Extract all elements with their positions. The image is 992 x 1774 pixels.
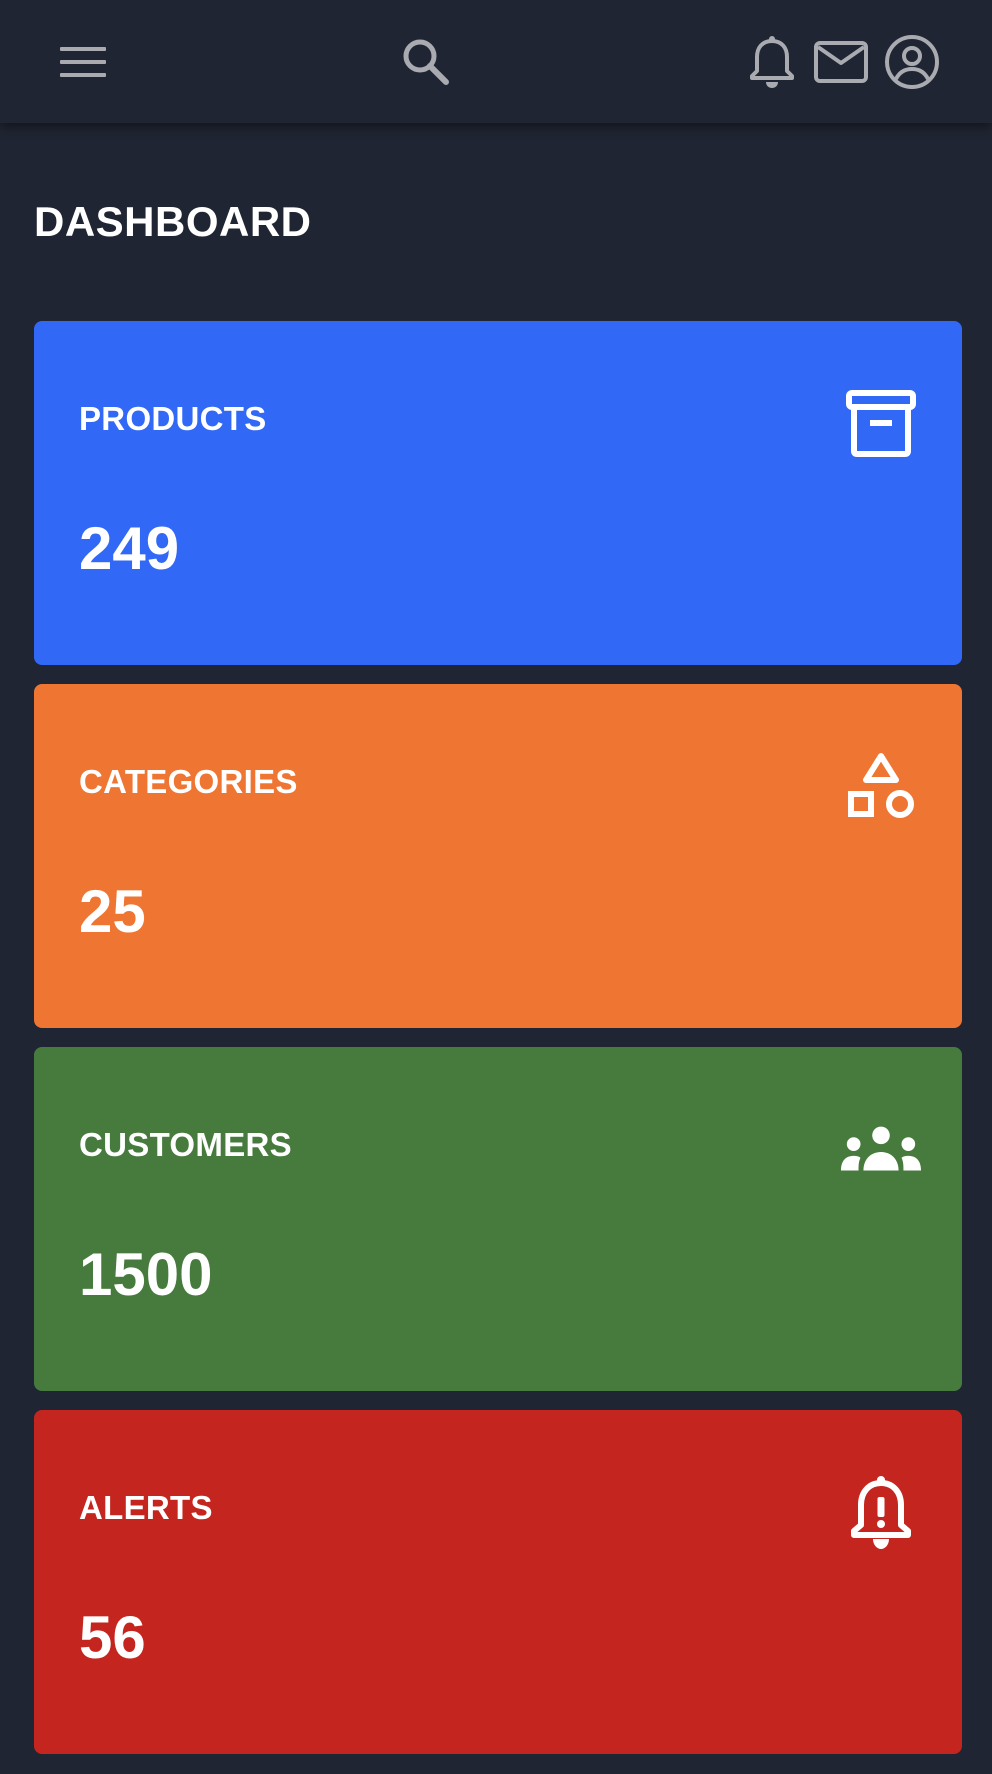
- categories-card[interactable]: CATEGORIES 25: [34, 684, 962, 1028]
- search-button[interactable]: [398, 34, 454, 90]
- top-app-bar: [0, 0, 992, 123]
- menu-icon: [60, 47, 106, 77]
- card-label: CUSTOMERS: [79, 1126, 292, 1163]
- menu-button[interactable]: [55, 34, 111, 90]
- people-icon: [840, 1109, 922, 1191]
- notification-important-icon: [840, 1472, 922, 1554]
- alerts-card[interactable]: ALERTS 56: [34, 1410, 962, 1754]
- card-label: ALERTS: [79, 1489, 213, 1526]
- page-title: DASHBOARD: [34, 198, 312, 245]
- bell-icon: [750, 36, 794, 88]
- notifications-button[interactable]: [744, 34, 800, 90]
- summary-cards: PRODUCTS 249 CATEGORIES 25 CUSTOMERS 150…: [34, 321, 962, 1773]
- shapes-icon: [840, 746, 922, 828]
- card-value: 249: [79, 515, 180, 582]
- account-circle-icon: [885, 35, 939, 89]
- card-label: PRODUCTS: [79, 400, 267, 437]
- card-label: CATEGORIES: [79, 763, 298, 800]
- archive-icon: [840, 383, 922, 465]
- card-value: 1500: [79, 1241, 213, 1308]
- search-icon: [403, 39, 449, 85]
- products-card[interactable]: PRODUCTS 249: [34, 321, 962, 665]
- account-button[interactable]: [884, 34, 940, 90]
- messages-button[interactable]: [813, 34, 869, 90]
- mail-icon: [814, 41, 868, 83]
- card-value: 25: [79, 878, 146, 945]
- customers-card[interactable]: CUSTOMERS 1500: [34, 1047, 962, 1391]
- card-value: 56: [79, 1604, 146, 1671]
